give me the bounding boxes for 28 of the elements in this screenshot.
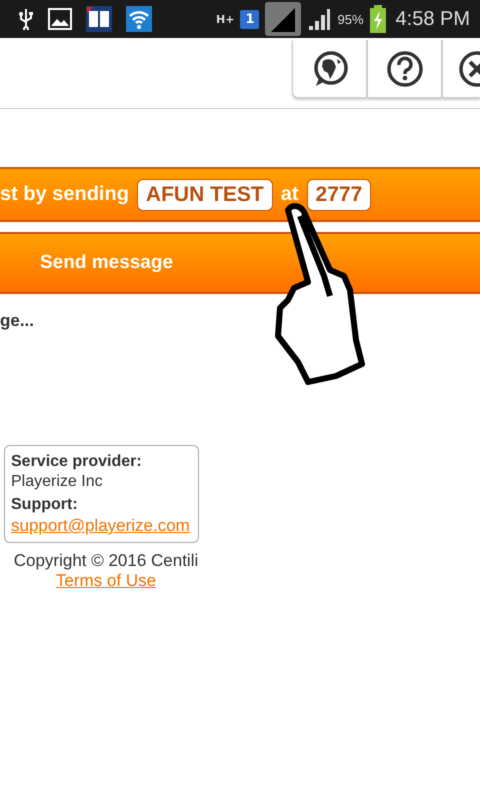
support-label: Support: (11, 496, 79, 514)
close-button[interactable] (442, 40, 480, 98)
battery-level: 95% (337, 12, 364, 26)
terms-link[interactable]: Terms of Use (56, 571, 156, 591)
signal-icon (265, 2, 302, 36)
instruction-text: at (280, 183, 299, 206)
copyright-text: Copyright © 2016 Centili (14, 551, 198, 571)
book-icon (86, 6, 112, 32)
close-icon (458, 50, 480, 88)
signal-icon (307, 6, 332, 32)
keyword-label: AFUN TEST (136, 178, 273, 210)
send-message-button[interactable]: Send message (0, 232, 480, 294)
provider-name: Playerize Inc (11, 473, 104, 491)
support-email-link[interactable]: support@playerize.com (11, 516, 190, 536)
battery-charging-icon (370, 5, 386, 33)
wifi-icon (126, 6, 152, 32)
status-text: ge... (0, 311, 36, 331)
usb-icon (18, 8, 34, 30)
network-type: H+ (216, 12, 234, 26)
language-button[interactable] (292, 40, 367, 98)
provider-label: Service provider: (11, 453, 143, 471)
help-icon (386, 50, 424, 88)
help-button[interactable] (367, 40, 442, 98)
instruction-text: st by sending (0, 183, 129, 206)
clock: 4:58 PM (396, 8, 470, 30)
image-icon (48, 8, 72, 30)
sim-indicator: 1 (240, 10, 260, 28)
shortcode-label: 2777 (306, 178, 372, 210)
